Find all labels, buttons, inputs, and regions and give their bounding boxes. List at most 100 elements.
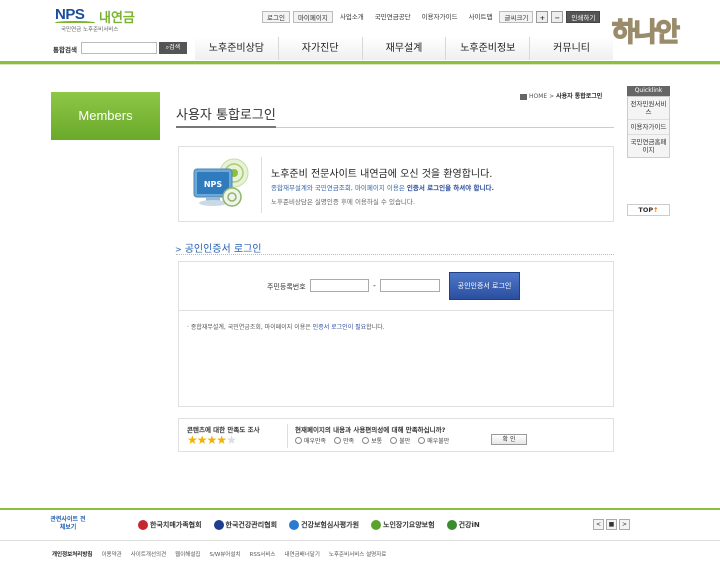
welcome-line1-text: 종합재무설계와 국민연금조회, 마이페이지 이용은 [271,184,407,192]
partner-ltc-insurance[interactable]: 노인장기요양보험 [371,520,435,530]
nps-monitor-graphic: NPS [193,158,249,207]
cert-login-button[interactable]: 공인인증서 로그인 [449,272,520,300]
star-icon: ★ [216,433,227,447]
survey-option[interactable]: 매우불만 [418,436,449,445]
nav-retirement-info[interactable]: 노후준비정보 [446,37,531,60]
rss-link[interactable]: RSS서비스 [250,550,276,558]
partner-logo-icon [371,520,382,530]
arrow-up-icon: ↑ [653,206,659,214]
glossary-link[interactable]: 웹이해설집 [175,550,200,558]
logo-brand-korean: 내연금 [99,11,135,26]
survey-option[interactable]: 만족 [334,436,354,445]
nav-community[interactable]: 커뮤니티 [530,37,613,60]
search-button[interactable]: ⌕검색 [159,42,187,54]
star-icon: ★ [187,433,198,447]
partner-health-in[interactable]: 건강iN [446,520,480,530]
banner-link[interactable]: 내연금배너달기 [284,550,319,558]
partner-name: 노인장기요양보험 [383,521,435,529]
rrn-dash: - [373,281,376,290]
survey-option-label: 매우불만 [427,438,450,445]
survey-question: 현재페이지의 내용과 사용편의성에 대해 만족하십니까? [295,426,446,434]
print-button[interactable]: 인쇄하기 [566,11,601,23]
user-guide-link[interactable]: 이용자가이드 [418,11,462,23]
survey-submit-button[interactable]: 확 인 [491,434,527,445]
rrn-label: 주민등록번호 [267,283,306,291]
sitemap-link[interactable]: 사이트맵 [465,11,497,23]
partner-logo-icon [138,520,148,530]
partner-logo-icon [213,520,224,530]
star-empty-icon: ★ [226,433,237,447]
nav-divider-light [0,64,720,65]
quicklink-list: 전자민원서비스 이용자가이드 국민연금홈페이지 [627,96,670,158]
privacy-policy-link[interactable]: 개인정보처리방침 [52,550,92,558]
site-feedback-link[interactable]: 사이트개선의견 [131,550,166,558]
pager-stop-button[interactable]: ■ [606,519,617,530]
font-increase-button[interactable]: + [536,11,549,23]
rrn-front-input[interactable] [310,279,369,292]
welcome-line1: 종합재무설계와 국민연금조회, 마이페이지 이용은 인증서 로그인을 하셔야 합… [271,182,494,192]
radio-button[interactable] [295,437,302,444]
partner-hira[interactable]: 건강보험심사평가원 [289,520,359,530]
survey-option-label: 불만 [399,438,411,445]
partner-name: 건강iN [458,521,480,529]
pager-prev-button[interactable]: < [593,519,604,530]
cert-divider [176,254,614,255]
rrn-back-input[interactable] [380,279,440,292]
welcome-divider [261,157,262,213]
main-nav: 노후준비상담 자가진단 재무설계 노후준비정보 커뮤니티 [195,37,613,60]
radio-button[interactable] [362,437,370,444]
viewer-install-link[interactable]: S/W뷰어설치 [209,550,240,558]
search-bar: 통합검색 ⌕검색 [53,42,187,55]
star-icon: ★ [206,433,218,447]
notice-text: · 종합재무설계, 국민연금조회, 마이페이지 이용은 인증서 로그인이 필요합… [187,322,385,331]
survey-options: 매우만족 만족 보통 불만 매우불만 [295,436,449,445]
mascot-logo: 하나안 [611,17,680,49]
partner-logos: 한국치매가족협회 한국건강관리협회 건강보험심사평가원 노인장기요양보험 건강i… [138,515,516,535]
quicklink-nps-homepage[interactable]: 국민연금홈페이지 [628,135,669,157]
terms-link[interactable]: 이용약관 [101,550,121,558]
radio-button[interactable] [390,437,398,444]
survey-option[interactable]: 불만 [390,436,410,445]
partner-health-association[interactable]: 한국건강관리협회 [213,520,277,530]
notice-text-post: 합니다. [366,324,385,331]
footer-divider [0,508,720,510]
quicklink-e-civil-service[interactable]: 전자민원서비스 [628,97,669,120]
survey-option[interactable]: 보통 [362,436,382,445]
quicklink-user-guide[interactable]: 이용자가이드 [628,120,669,135]
partner-logo-icon [289,520,300,530]
survey-option[interactable]: 매우만족 [295,436,326,445]
search-button-label: 검색 [169,44,181,51]
pager-next-button[interactable]: > [619,519,630,530]
login-link[interactable]: 로그인 [262,11,290,23]
nav-retirement-consulting[interactable]: 노후준비상담 [195,37,279,60]
survey-option-label: 보통 [371,438,383,445]
scroll-top-button[interactable]: TOP↑ [627,204,670,216]
notice-box: · 종합재무설계, 국민연금조회, 마이페이지 이용은 인증서 로그인이 필요합… [178,311,614,407]
related-sites-link[interactable]: 관련사이트 전체보기 [50,516,86,532]
about-link[interactable]: 사업소개 [336,11,368,23]
breadcrumb-home[interactable]: HOME [529,93,547,100]
font-decrease-button[interactable]: − [551,11,564,23]
radio-button[interactable] [334,437,342,444]
satisfaction-survey: 콘텐츠에 대한 만족도 조사 ★★★★★ 현재페이지의 내용과 사용편의성에 대… [178,418,614,452]
partner-logo-icon [446,520,457,530]
welcome-line2: 노후준비상담은 실명인증 후에 이용하실 수 있습니다. [271,198,415,206]
mypage-link[interactable]: 마이페이지 [292,11,333,23]
nps-corp-link[interactable]: 국민연금공단 [371,11,415,23]
breadcrumb-separator: > [549,93,555,100]
survey-divider [287,424,288,448]
partner-dementia-association[interactable]: 한국치매가족협회 [138,520,202,530]
nps-graphic-label: NPS [204,180,223,189]
welcome-heading: 노후준비 전문사이트 내연금에 오신 것을 환영합니다. [271,169,493,180]
rating-stars: ★★★★★ [187,433,237,447]
cert-login-box: 주민등록번호 - 공인인증서 로그인 [178,261,614,311]
service-materials-link[interactable]: 노후준비서비스 설명자료 [329,550,386,558]
nav-financial-planning[interactable]: 재무설계 [362,37,447,60]
nav-self-diagnosis[interactable]: 자가진단 [278,37,363,60]
page-title: 사용자 통합로그인 [176,108,276,123]
members-banner: Members [51,92,160,140]
nps-logo[interactable]: NPS 내연금 국민연금 노후준비서비스 [55,6,165,33]
notice-text-emphasis: 인증서 로그인이 필요 [312,324,367,331]
radio-button[interactable] [418,437,426,444]
search-input[interactable] [81,42,157,54]
